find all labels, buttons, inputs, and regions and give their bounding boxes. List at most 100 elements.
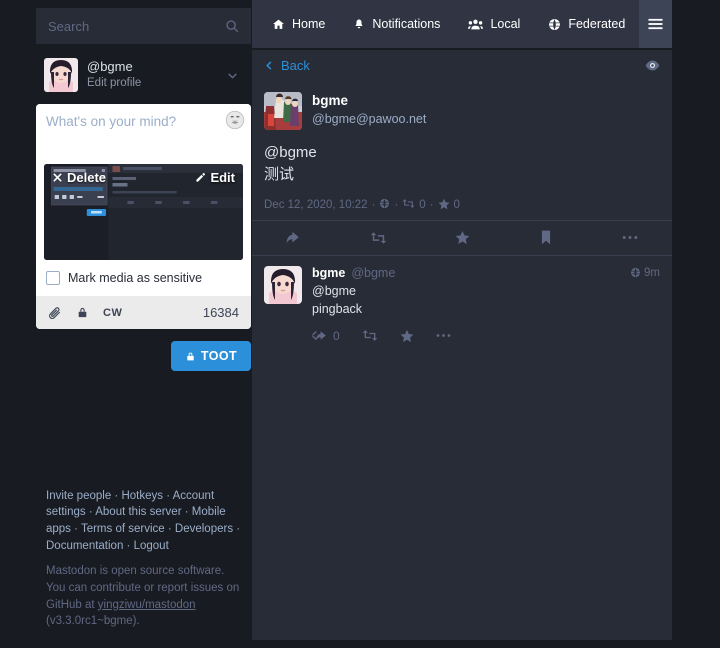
toot-button[interactable]: TOOT (170, 341, 251, 371)
reply-button[interactable] (252, 230, 336, 245)
account-handle: @bgme (351, 265, 396, 280)
sep: · (181, 506, 192, 519)
character-counter: 16384 (202, 305, 239, 320)
footer-note-version: (v3.3.0rc1~bgme). (46, 615, 140, 628)
sep: · (85, 506, 96, 519)
grinning-face-icon[interactable] (225, 110, 245, 130)
compose-textarea[interactable]: What's on your mind? (36, 104, 251, 164)
eye-icon[interactable] (645, 60, 660, 71)
reply-status-body: bgme @bgme 9m @bgme pingback 0 (312, 266, 660, 343)
status-mention[interactable]: @bgme (312, 282, 660, 300)
avatar[interactable] (264, 92, 302, 130)
account-navigation[interactable]: @bgme Edit profile (36, 44, 251, 102)
drawer-footer: Invite people · Hotkeys · Account settin… (36, 488, 251, 648)
toot-button-label: TOOT (200, 349, 237, 363)
mastodon-app: @bgme Edit profile What's on your mind? (0, 0, 720, 648)
reply-status[interactable]: bgme @bgme 9m @bgme pingback 0 (252, 256, 672, 353)
back-button-label: Back (281, 57, 310, 73)
globe-icon (549, 18, 561, 30)
globe-icon (379, 198, 390, 211)
delete-media-label: Delete (67, 170, 107, 185)
favourite-count[interactable]: 0 (454, 199, 460, 211)
star-icon (438, 198, 450, 212)
tab-local[interactable]: Local (454, 0, 534, 48)
display-name: bgme (312, 93, 349, 108)
column-body: Back bgme @bgme@pawoo.net @bgme 测试 Dec 1… (252, 50, 672, 640)
reply-status-time[interactable]: 9m (630, 267, 660, 280)
detailed-status-header: bgme @bgme@pawoo.net (264, 92, 660, 130)
ellipsis-icon (622, 236, 638, 239)
search-bar[interactable] (36, 8, 251, 44)
chevron-down-icon[interactable] (226, 69, 239, 82)
compose-textarea-wrap: What's on your mind? (36, 104, 251, 164)
account-text: @bgme Edit profile (87, 58, 141, 91)
footer-link-about-this-server[interactable]: About this server (95, 506, 181, 518)
lock-icon[interactable] (76, 306, 89, 319)
delete-media-button[interactable]: Delete (52, 170, 106, 185)
tab-bar: Home Notifications Local Federated (252, 0, 672, 48)
reply-all-icon (312, 330, 326, 341)
detailed-status: bgme @bgme@pawoo.net @bgme 测试 Dec 12, 20… (252, 80, 672, 220)
footer-note: Mastodon is open source software. You ca… (46, 563, 241, 630)
more-button[interactable] (588, 235, 672, 240)
sep: · (163, 489, 173, 502)
sep: · (111, 489, 122, 502)
reply-count: 0 (333, 328, 340, 343)
lock-icon (187, 352, 194, 360)
bookmark-button[interactable] (504, 230, 588, 245)
boost-button[interactable] (336, 231, 420, 245)
footer-link-documentation[interactable]: Documentation (46, 540, 123, 552)
tab-home-label: Home (292, 17, 326, 31)
sep: · (70, 522, 81, 535)
column-header: Back (252, 50, 672, 80)
reply-all-button[interactable]: 0 (312, 329, 340, 343)
tab-local-label: Local (490, 17, 521, 31)
mark-sensitive-checkbox[interactable] (46, 271, 60, 285)
footer-link-terms-of-service[interactable]: Terms of service (81, 523, 165, 535)
search-icon[interactable] (225, 19, 239, 33)
boost-count[interactable]: 0 (419, 199, 425, 211)
footer-link-invite-people[interactable]: Invite people (46, 490, 111, 502)
search-input[interactable] (36, 8, 251, 44)
media-upload-area: Delete Edit (36, 164, 251, 260)
mark-sensitive-label: Mark media as sensitive (68, 271, 203, 285)
boost-icon (402, 198, 415, 211)
footer-link-hotkeys[interactable]: Hotkeys (121, 490, 163, 502)
avatar[interactable] (264, 265, 302, 304)
footer-link-logout[interactable]: Logout (134, 540, 169, 552)
content-warning-button[interactable]: CW (103, 307, 122, 319)
main-column: Home Notifications Local Federated Back … (252, 0, 672, 640)
status-timestamp[interactable]: Dec 12, 2020, 10:22 (264, 199, 368, 211)
relative-time: 9m (644, 267, 660, 279)
boost-button[interactable] (362, 329, 378, 342)
edit-media-button[interactable]: Edit (195, 170, 235, 185)
compose-footer-bar: CW 16384 (36, 296, 251, 329)
reply-status-content: @bgme pingback (312, 282, 660, 318)
tab-federated-label: Federated (568, 17, 626, 31)
more-button[interactable] (436, 333, 451, 338)
star-icon (455, 230, 469, 244)
drawer-column: @bgme Edit profile What's on your mind? (36, 0, 251, 648)
pencil-icon (196, 173, 206, 182)
hamburger-icon[interactable] (639, 0, 672, 48)
favourite-button[interactable] (420, 230, 504, 245)
back-button[interactable]: Back (264, 58, 310, 73)
mark-sensitive-row[interactable]: Mark media as sensitive (36, 260, 251, 296)
bell-icon (355, 19, 363, 28)
paperclip-icon[interactable] (48, 306, 62, 320)
home-icon (273, 19, 284, 29)
meta-sep: · (429, 198, 434, 211)
ellipsis-icon (436, 334, 451, 338)
favourite-button[interactable] (400, 329, 414, 343)
tab-notifications[interactable]: Notifications (339, 0, 454, 48)
avatar[interactable] (44, 58, 78, 92)
footer-link-developers[interactable]: Developers (175, 523, 233, 535)
status-text: 测试 (264, 165, 295, 183)
edit-profile-link[interactable]: Edit profile (87, 76, 141, 92)
status-mention[interactable]: @bgme (264, 142, 660, 164)
footer-note-link[interactable]: yingziwu/mastodon (98, 599, 196, 611)
media-attachment-preview[interactable]: Delete Edit (44, 164, 243, 260)
tab-home[interactable]: Home (252, 0, 339, 48)
tab-federated[interactable]: Federated (534, 0, 639, 48)
account-handle: @bgme@pawoo.net (312, 111, 427, 126)
